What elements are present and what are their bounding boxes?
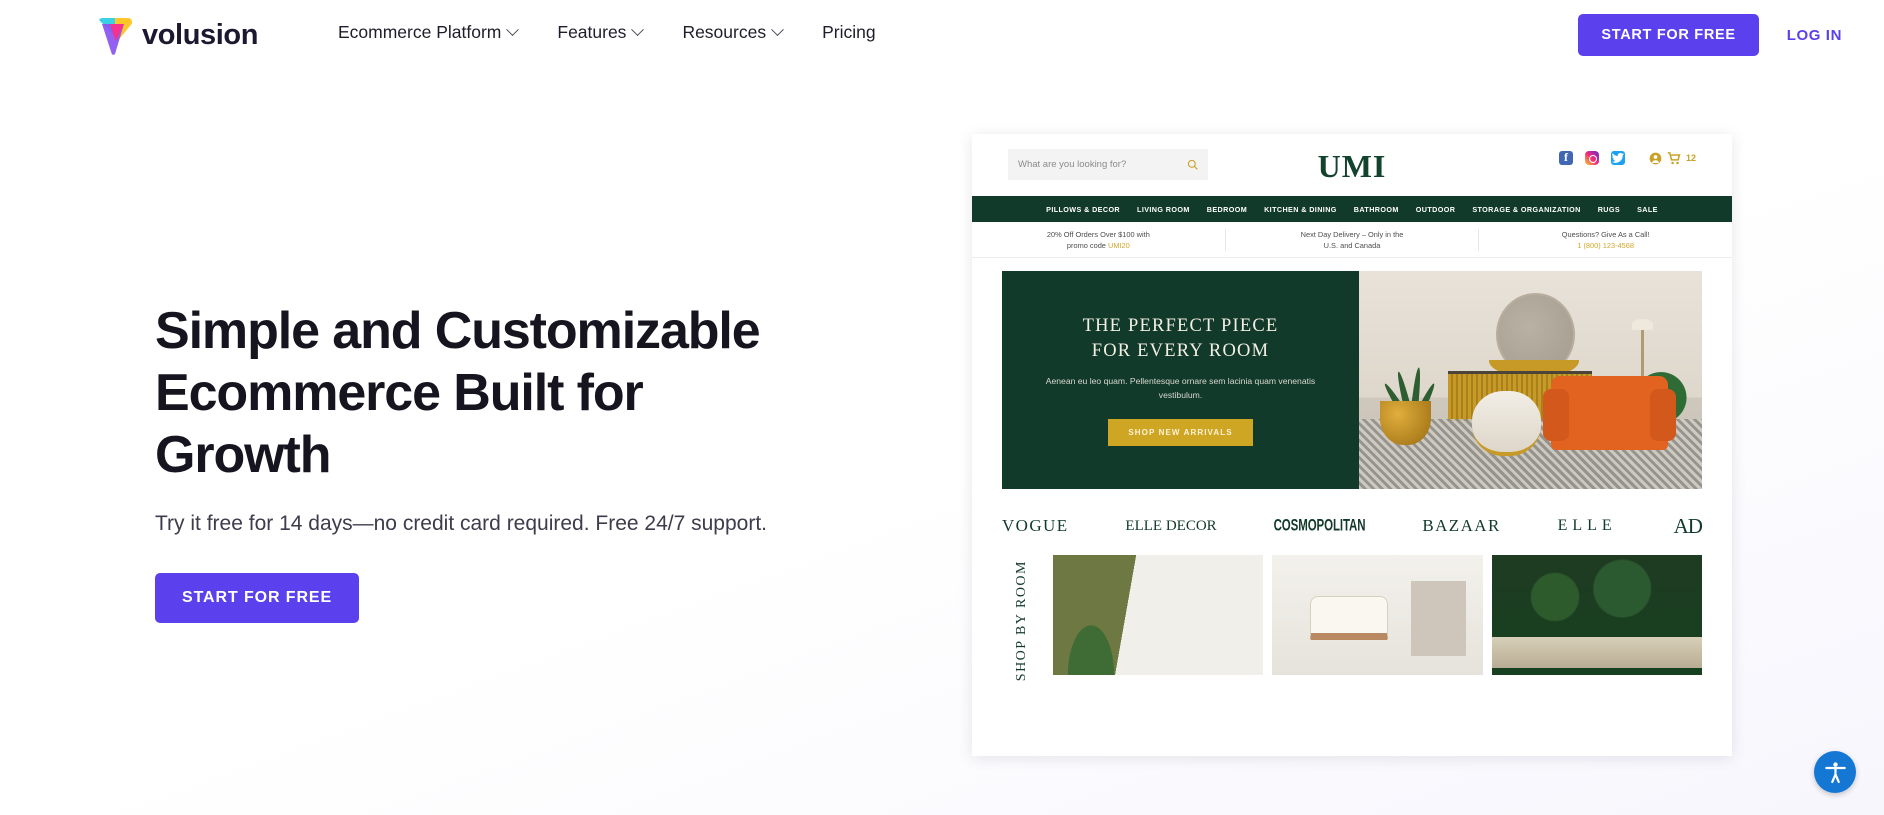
volusion-wordmark: volusion xyxy=(142,18,259,51)
white-ottoman xyxy=(1472,390,1541,457)
promo-line2: promo code xyxy=(1066,240,1108,250)
brand-logo-ad: AD xyxy=(1673,513,1703,538)
store-nav-item-outdoor[interactable]: OUTDOOR xyxy=(1416,205,1456,214)
brand-logo-elle: ELLE xyxy=(1557,517,1617,534)
promo-line1: Next Day Delivery – Only in the xyxy=(1300,229,1404,239)
brand-logo-elle-decor: ELLE DECOR xyxy=(1125,517,1217,534)
store-hero-title-line2: FOR EVERY ROOM xyxy=(1091,341,1270,361)
cart-count-badge: 12 xyxy=(1685,153,1696,163)
store-nav-item-living-room[interactable]: LIVING ROOM xyxy=(1137,205,1190,214)
store-header-icons: 12 xyxy=(1558,150,1696,165)
store-nav-item-bedroom[interactable]: BEDROOM xyxy=(1207,205,1247,214)
store-promo-bar: 20% Off Orders Over $100 with promo code… xyxy=(972,222,1732,258)
promo-phone[interactable]: 1 (800) 123-4568 xyxy=(1577,241,1634,250)
account-icon[interactable] xyxy=(1649,152,1662,165)
store-hero-description: Aenean eu leo quam. Pellentesque ornare … xyxy=(1045,376,1316,400)
store-nav-item-bathroom[interactable]: BATHROOM xyxy=(1354,205,1399,214)
hero-start-for-free-button[interactable]: START FOR FREE xyxy=(155,573,360,623)
promo-line1: Questions? Give As a Call! xyxy=(1561,229,1650,239)
volusion-logo[interactable]: volusion xyxy=(98,14,258,56)
chevron-down-icon xyxy=(771,23,784,37)
chevron-down-icon xyxy=(506,23,520,37)
promo-discount: 20% Off Orders Over $100 with promo code… xyxy=(972,229,1225,251)
store-hero-image xyxy=(1359,271,1702,489)
brand-logo-cosmopolitan: COSMOPOLITAN xyxy=(1273,517,1366,535)
hero-subtitle: Try it free for 14 days—no credit card r… xyxy=(155,512,768,535)
promo-delivery: Next Day Delivery – Only in the U.S. and… xyxy=(1224,228,1479,251)
room-tile-3[interactable] xyxy=(1491,555,1702,675)
chevron-down-icon xyxy=(631,23,645,37)
store-nav-item-storage-organization[interactable]: STORAGE & ORGANIZATION xyxy=(1472,205,1580,214)
nav-item-features[interactable]: Features xyxy=(557,22,645,43)
primary-nav: Ecommerce Platform Features Resources Pr… xyxy=(338,22,876,43)
brand-logo-bazaar: BAZAAR xyxy=(1422,516,1501,535)
cart-icon[interactable] xyxy=(1667,151,1681,165)
nav-item-label: Ecommerce Platform xyxy=(338,22,502,42)
facebook-icon[interactable] xyxy=(1558,150,1573,165)
nav-item-label: Features xyxy=(557,22,627,42)
store-hero-banner: THE PERFECT PIECE FOR EVERY ROOM Aenean … xyxy=(1002,271,1702,489)
store-nav-item-rugs[interactable]: RUGS xyxy=(1598,205,1620,214)
store-hero-copy: THE PERFECT PIECE FOR EVERY ROOM Aenean … xyxy=(1002,271,1359,489)
hero-title: Simple and Customizable Ecommerce Built … xyxy=(155,300,815,486)
shop-new-arrivals-button[interactable]: SHOP NEW ARRIVALS xyxy=(1108,419,1253,446)
promo-contact: Questions? Give As a Call! 1 (800) 123-4… xyxy=(1478,228,1732,251)
nav-item-label: Pricing xyxy=(822,22,876,42)
nav-item-ecommerce-platform[interactable]: Ecommerce Platform xyxy=(338,22,520,43)
hero-section: Simple and Customizable Ecommerce Built … xyxy=(155,300,815,623)
room-tile-1[interactable] xyxy=(1053,555,1264,675)
volusion-triangle-logo-icon xyxy=(98,14,132,56)
promo-line2: U.S. and Canada xyxy=(1323,240,1381,250)
store-nav-item-kitchen-dining[interactable]: KITCHEN & DINING xyxy=(1264,205,1337,214)
site-header: volusion Ecommerce Platform Features Res… xyxy=(0,0,1884,74)
room-tile-2[interactable] xyxy=(1272,555,1483,675)
store-nav-item-pillows-decor[interactable]: PILLOWS & DECOR xyxy=(1046,205,1120,214)
store-hero-title-line1: THE PERFECT PIECE xyxy=(1082,316,1279,336)
header-actions: START FOR FREE LOG IN xyxy=(1578,14,1842,56)
shop-by-room-text: SHOP BY ROOM xyxy=(1014,559,1029,681)
promo-line1: 20% Off Orders Over $100 with xyxy=(1046,229,1150,239)
store-hero-title: THE PERFECT PIECE FOR EVERY ROOM xyxy=(1083,314,1279,364)
hero-title-line1: Simple and Customizable xyxy=(155,302,761,360)
store-category-nav: PILLOWS & DECOR LIVING ROOM BEDROOM KITC… xyxy=(972,196,1732,222)
orange-armchair xyxy=(1542,375,1676,450)
log-in-link[interactable]: LOG IN xyxy=(1787,27,1842,44)
shop-by-room-label: SHOP BY ROOM xyxy=(1002,555,1044,681)
shop-by-room-section: SHOP BY ROOM xyxy=(1002,555,1702,681)
store-account-and-cart[interactable]: 12 xyxy=(1649,151,1696,165)
hero-title-line2: Ecommerce Built for Growth xyxy=(155,364,644,484)
instagram-icon[interactable] xyxy=(1584,151,1599,165)
living-room-photo xyxy=(1359,271,1702,489)
store-preview-mockup: What are you looking for? UMI f 12 PILLO… xyxy=(972,134,1732,756)
accessibility-person-icon xyxy=(1824,761,1846,783)
store-header: What are you looking for? UMI f 12 xyxy=(972,134,1732,196)
nav-item-resources[interactable]: Resources xyxy=(682,22,784,43)
store-nav-item-sale[interactable]: SALE xyxy=(1637,205,1658,214)
promo-code: UMI20 xyxy=(1107,240,1130,250)
nav-item-pricing[interactable]: Pricing xyxy=(822,22,876,43)
nav-item-label: Resources xyxy=(682,22,767,42)
accessibility-widget-button[interactable] xyxy=(1814,751,1856,793)
start-for-free-button[interactable]: START FOR FREE xyxy=(1578,14,1759,56)
brand-logo-vogue: VOGUE xyxy=(1002,516,1069,535)
press-brand-logos: VOGUE ELLE DECOR COSMOPOLITAN BAZAAR ELL… xyxy=(1002,509,1703,543)
twitter-icon[interactable] xyxy=(1610,151,1625,165)
